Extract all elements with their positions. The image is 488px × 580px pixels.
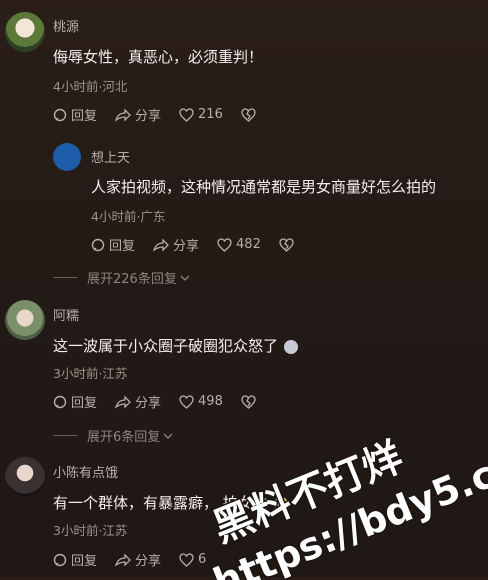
comment-meta: 3小时前·江苏 bbox=[53, 523, 128, 538]
share-button[interactable]: 分享 bbox=[115, 550, 161, 569]
reply-text: 人家拍视频，这种情况通常都是男女商量好怎么拍的 bbox=[91, 178, 437, 196]
comment-username[interactable]: 桃源 bbox=[53, 16, 79, 35]
comment-text: 这一波属于小众圈子破圈犯众怒了 bbox=[53, 335, 299, 356]
reply-icon bbox=[53, 395, 67, 408]
reply-actions: 回复 分享 482 bbox=[91, 235, 316, 254]
watermark: 黑料不打烊 https://bdy5.co bbox=[205, 433, 488, 580]
comment-meta: 3小时前·江苏 bbox=[53, 366, 128, 381]
share-icon bbox=[115, 394, 131, 409]
comment-text-content: 有一个群体，有暴露癖， 拍女性 bbox=[53, 494, 268, 512]
dislike-button[interactable] bbox=[241, 394, 260, 409]
like-count: 6 bbox=[198, 552, 207, 567]
like-count: 498 bbox=[198, 394, 223, 409]
emoji-icon bbox=[273, 496, 288, 511]
reply-label: 回复 bbox=[109, 239, 136, 254]
expand-replies-button[interactable]: 展开6条回复 bbox=[53, 426, 173, 445]
share-icon bbox=[115, 107, 131, 122]
heart-icon bbox=[179, 394, 194, 409]
share-button[interactable]: 分享 bbox=[115, 105, 161, 124]
reply-icon bbox=[53, 108, 67, 121]
comment-username[interactable]: 小陈有点饿 bbox=[53, 462, 118, 481]
heart-icon bbox=[217, 237, 232, 252]
heart-icon bbox=[179, 552, 194, 567]
share-icon bbox=[153, 237, 169, 252]
reply-label: 回复 bbox=[71, 109, 98, 124]
broken-heart-icon bbox=[241, 107, 256, 122]
reply-label: 回复 bbox=[71, 554, 98, 569]
comment-text: 侮辱女性，真恶心，必须重判！ bbox=[53, 48, 264, 66]
comment-username[interactable]: 阿糯 bbox=[53, 305, 79, 324]
like-count: 482 bbox=[236, 237, 261, 252]
reply-button[interactable]: 回复 bbox=[53, 392, 97, 411]
like-button[interactable]: 216 bbox=[179, 107, 223, 122]
expand-label: 展开226条回复 bbox=[87, 272, 177, 287]
reply-button[interactable]: 回复 bbox=[91, 235, 135, 254]
comment-actions: 回复 分享 498 bbox=[53, 392, 278, 411]
broken-heart-icon bbox=[241, 394, 256, 409]
chevron-down-icon bbox=[163, 433, 173, 439]
dislike-button[interactable] bbox=[279, 237, 298, 252]
comment-actions: 回复 分享 6 bbox=[53, 550, 224, 569]
expand-label: 展开6条回复 bbox=[87, 430, 161, 445]
comment-text-content: 这一波属于小众圈子破圈犯众怒了 bbox=[53, 337, 279, 355]
reply-button[interactable]: 回复 bbox=[53, 105, 97, 124]
like-button[interactable]: 482 bbox=[217, 237, 261, 252]
share-label: 分享 bbox=[135, 109, 162, 124]
chevron-down-icon bbox=[180, 275, 190, 281]
reply-avatar[interactable] bbox=[53, 143, 81, 171]
share-button[interactable]: 分享 bbox=[115, 392, 161, 411]
divider bbox=[53, 277, 77, 278]
avatar[interactable] bbox=[5, 300, 45, 340]
like-button[interactable]: 498 bbox=[179, 394, 223, 409]
share-icon bbox=[115, 552, 131, 567]
dislike-button[interactable] bbox=[241, 107, 260, 122]
comment-actions: 回复 分享 216 bbox=[53, 105, 278, 124]
broken-heart-icon bbox=[279, 237, 294, 252]
share-button[interactable]: 分享 bbox=[153, 235, 199, 254]
divider bbox=[53, 435, 77, 436]
reply-icon bbox=[53, 553, 67, 566]
heart-icon bbox=[179, 107, 194, 122]
share-label: 分享 bbox=[135, 396, 162, 411]
emoji-icon bbox=[284, 339, 299, 354]
like-count: 216 bbox=[198, 107, 223, 122]
reply-icon bbox=[91, 238, 105, 251]
share-label: 分享 bbox=[173, 239, 200, 254]
avatar[interactable] bbox=[5, 457, 45, 497]
reply-meta: 4小时前·广东 bbox=[91, 209, 166, 224]
share-label: 分享 bbox=[135, 554, 162, 569]
comment-text: 有一个群体，有暴露癖， 拍女性 bbox=[53, 492, 288, 513]
like-button[interactable]: 6 bbox=[179, 552, 206, 567]
reply-label: 回复 bbox=[71, 396, 98, 411]
comment-meta: 4小时前·河北 bbox=[53, 79, 128, 94]
avatar[interactable] bbox=[5, 12, 45, 52]
reply-button[interactable]: 回复 bbox=[53, 550, 97, 569]
expand-replies-button[interactable]: 展开226条回复 bbox=[53, 268, 190, 287]
reply-username[interactable]: 想上天 bbox=[91, 147, 130, 166]
